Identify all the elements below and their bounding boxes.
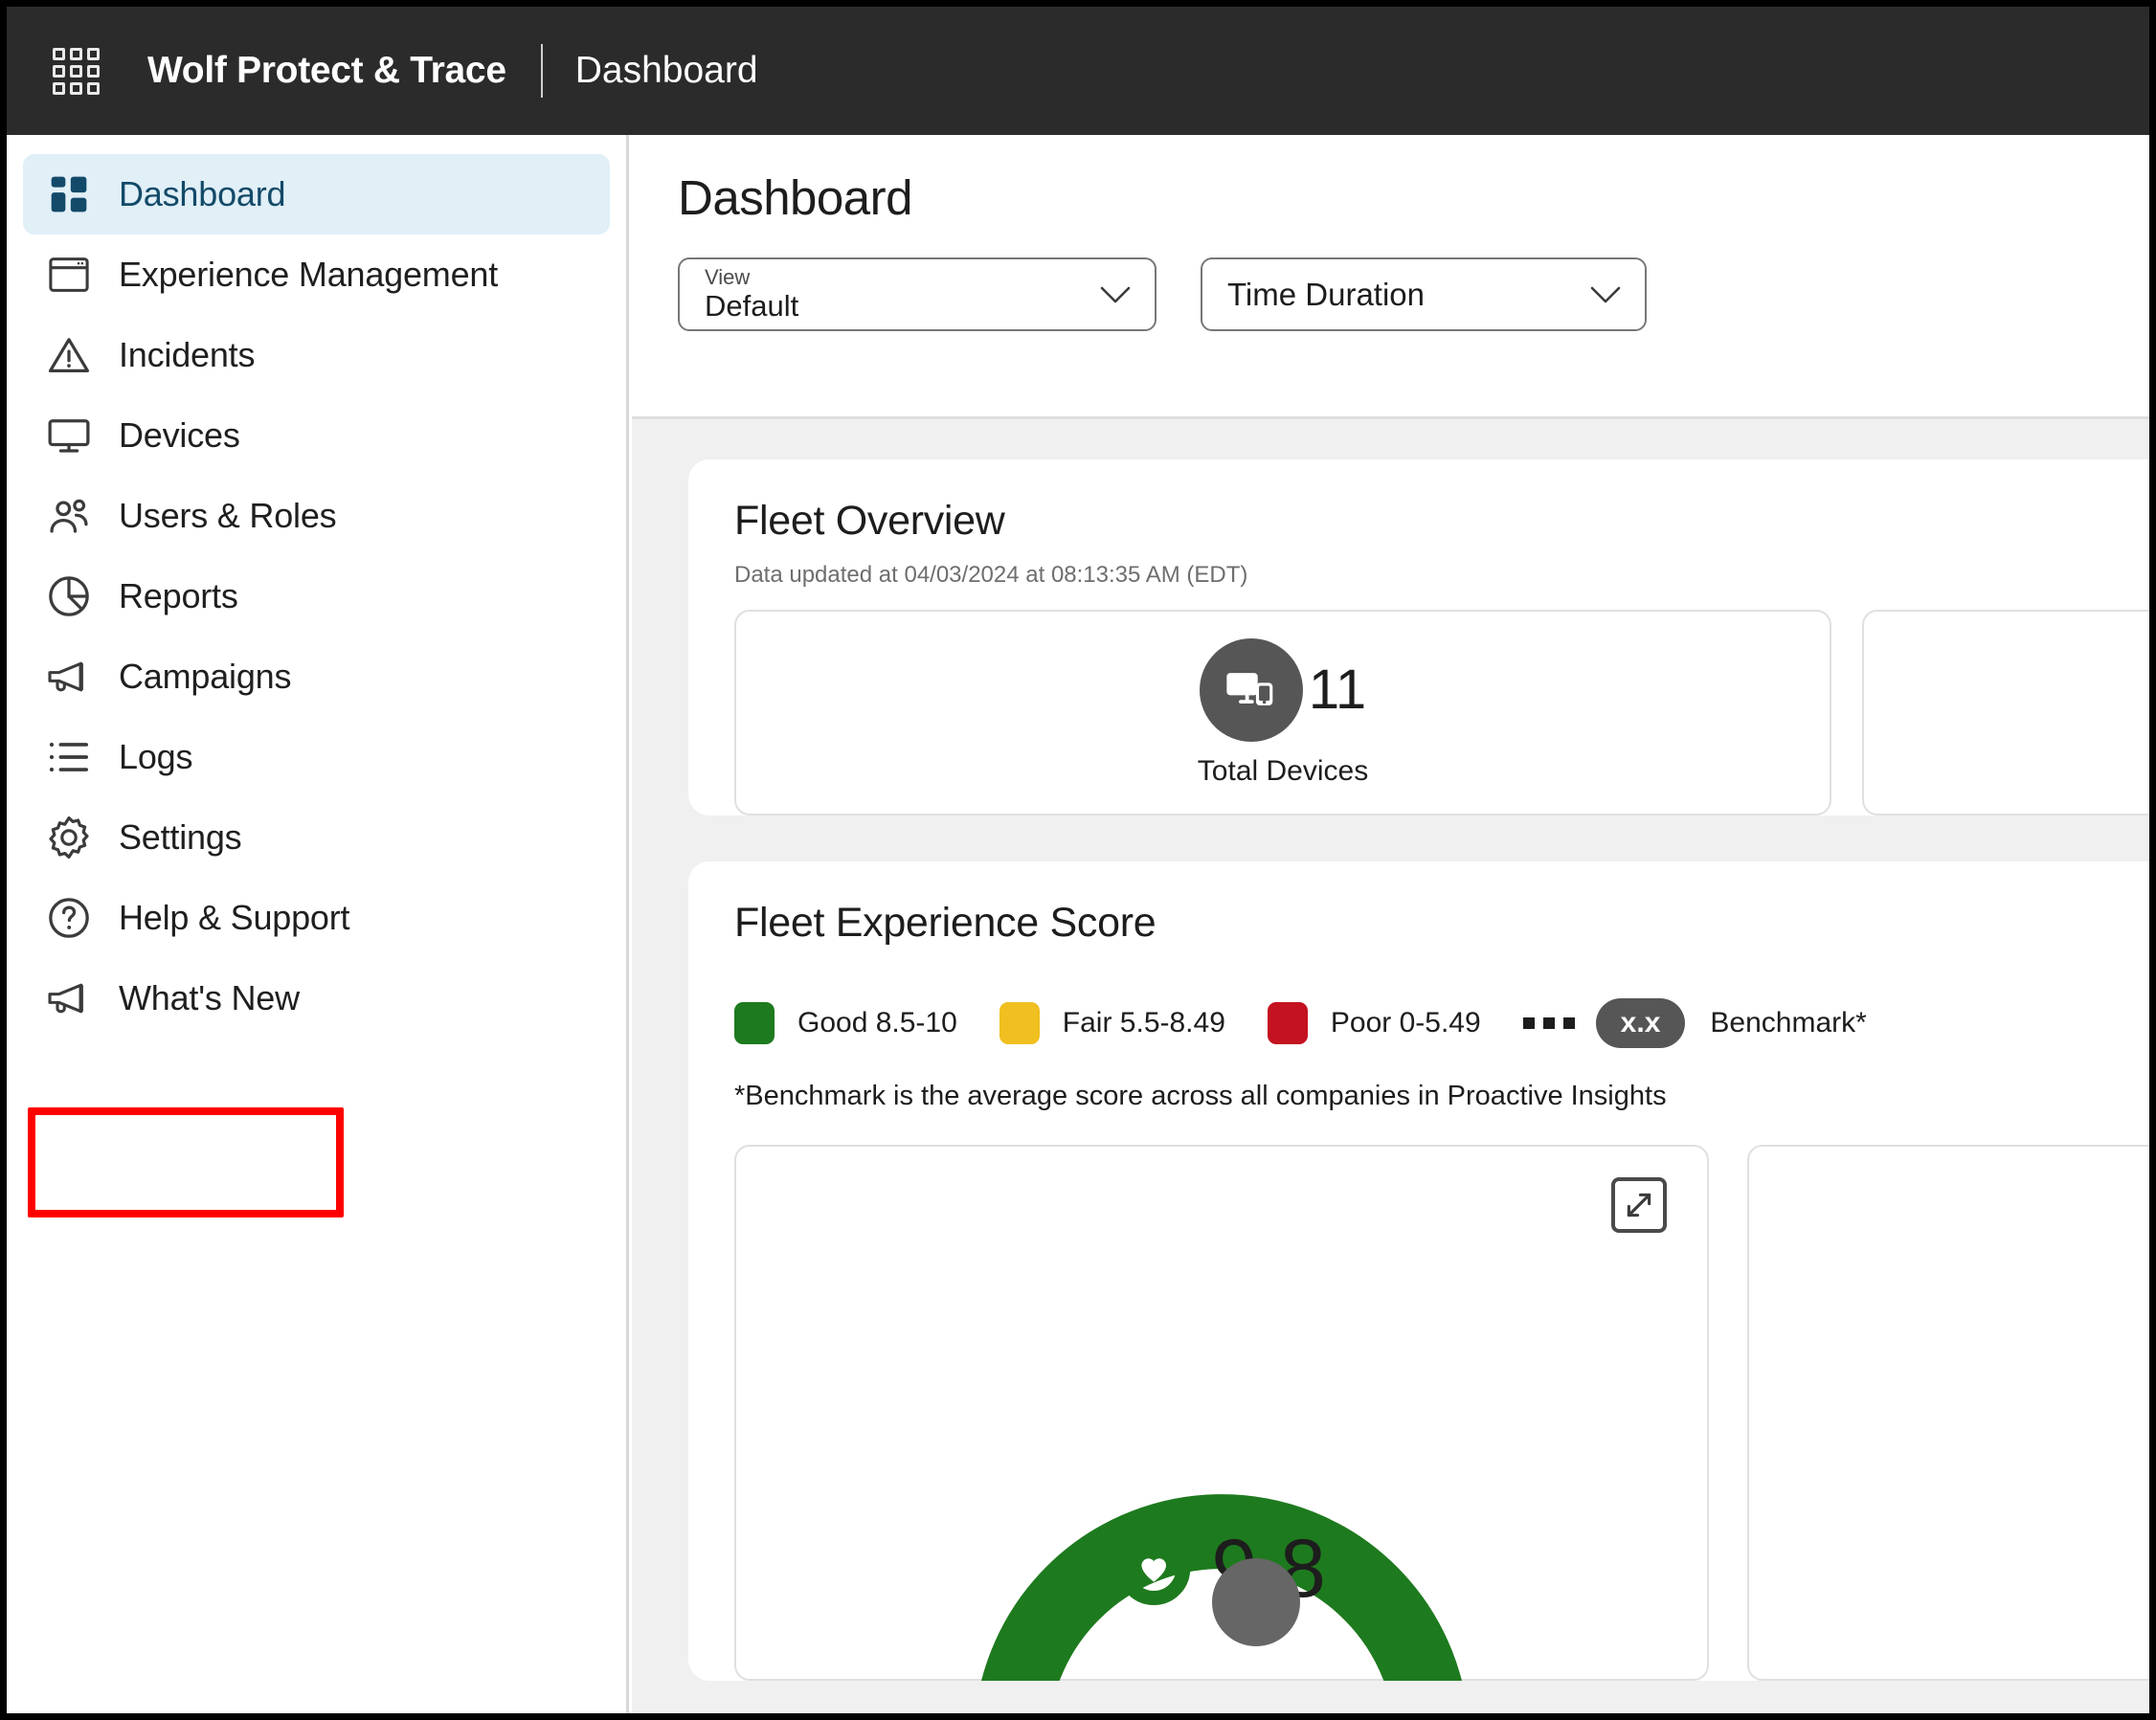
time-duration-select[interactable]: Time Duration (1201, 257, 1647, 331)
heart-icon (1117, 1532, 1191, 1605)
page-title: Dashboard (678, 170, 913, 225)
grid-cell (53, 64, 65, 78)
total-devices-count: 11 (1308, 658, 1367, 721)
fleet-experience-score-card: Fleet Experience Score Good 8.5-10 Fair … (688, 861, 2149, 1681)
grid-cell (70, 64, 82, 78)
total-devices-caption: Total Devices (1197, 754, 1369, 787)
fleet-overview-tiles: 11 Total Devices (734, 610, 2149, 815)
megaphone-icon (44, 652, 94, 702)
main-header: Dashboard View Default Time Duration (632, 135, 2149, 419)
sidebar-item-whats-new[interactable]: What's New (23, 958, 610, 1039)
pie-chart-icon (44, 571, 94, 621)
fleet-overview-title: Fleet Overview (734, 498, 1005, 544)
sidebar-item-label: Experience Management (119, 255, 499, 294)
app-launcher-grid-icon[interactable] (53, 47, 100, 95)
chevron-down-icon[interactable] (1589, 285, 1622, 304)
time-duration-placeholder: Time Duration (1227, 276, 1426, 312)
fleet-overview-updated: Data updated at 04/03/2024 at 08:13:35 A… (734, 562, 1248, 588)
experience-score-gauge (934, 1359, 1509, 1681)
expand-icon[interactable] (1611, 1177, 1668, 1233)
brand-title: Wolf Protect & Trace (147, 50, 506, 91)
view-select[interactable]: View Default (678, 257, 1157, 331)
sidebar-item-incidents[interactable]: Incidents (23, 315, 610, 395)
sidebar-item-label: What's New (119, 978, 300, 1017)
warning-icon (44, 330, 94, 380)
sidebar-item-label: Reports (119, 576, 238, 615)
view-select-label: View (705, 265, 751, 290)
megaphone-icon (44, 973, 94, 1023)
topbar-page-name: Dashboard (574, 50, 758, 91)
legend-item-fair: Fair 5.5-8.49 (999, 1002, 1225, 1044)
good-swatch-icon (734, 1002, 775, 1044)
benchmark-pill: x.x (1595, 998, 1686, 1048)
sidebar-item-settings[interactable]: Settings (23, 797, 610, 878)
grid-cell (87, 47, 100, 60)
topbar-divider (540, 44, 543, 98)
grid-cell (70, 47, 82, 60)
score-legend: Good 8.5-10 Fair 5.5-8.49 Poor 0-5.49 x.… (734, 998, 2149, 1048)
grid-cell (53, 47, 65, 60)
main-content: Dashboard View Default Time Duration Fle… (632, 135, 2149, 1713)
total-devices-stat: 11 Total Devices (1197, 637, 1369, 788)
total-devices-tile[interactable]: 11 Total Devices (734, 610, 1831, 815)
gauge-row: 9.8 (734, 1145, 2149, 1681)
fleet-overview-card: Fleet Overview Data updated at 04/03/202… (688, 459, 2149, 815)
window-icon (44, 250, 94, 300)
total-devices-value-row: 11 (1199, 637, 1367, 742)
sidebar-item-help-support[interactable]: Help & Support (23, 878, 610, 958)
legend-item-good: Good 8.5-10 (734, 1002, 957, 1044)
sidebar-item-label: Dashboard (119, 174, 286, 213)
legend-label: Fair 5.5-8.49 (1062, 1007, 1225, 1039)
sidebar-item-dashboard[interactable]: Dashboard (23, 154, 610, 235)
grid-cell (87, 64, 100, 78)
gear-icon (44, 813, 94, 862)
sidebar-item-label: Users & Roles (119, 496, 337, 535)
poor-swatch-icon (1267, 1002, 1308, 1044)
sidebar: Dashboard Experience Management Incident… (7, 135, 629, 1713)
grid-cell (87, 81, 100, 95)
grid-cell (70, 81, 82, 95)
benchmark-badge (1212, 1558, 1300, 1646)
sidebar-item-label: Help & Support (119, 898, 350, 937)
list-icon (44, 732, 94, 782)
fleet-experience-title: Fleet Experience Score (734, 900, 1157, 946)
sidebar-item-devices[interactable]: Devices (23, 395, 610, 476)
top-bar: Wolf Protect & Trace Dashboard (7, 7, 2149, 135)
sidebar-item-label: Logs (119, 737, 193, 776)
legend-label: Poor 0-5.49 (1330, 1007, 1481, 1039)
fleet-score-gauge-card[interactable]: 9.8 (734, 1145, 1710, 1681)
chevron-down-icon[interactable] (1099, 285, 1132, 304)
grid-cell (53, 81, 65, 95)
sidebar-item-reports[interactable]: Reports (23, 556, 610, 637)
view-select-value: Default (705, 289, 799, 324)
sidebar-item-logs[interactable]: Logs (23, 717, 610, 797)
legend-label: Good 8.5-10 (797, 1007, 957, 1039)
sidebar-item-label: Settings (119, 817, 242, 857)
sidebar-item-label: Incidents (119, 335, 256, 374)
filter-bar: View Default Time Duration (678, 257, 2149, 331)
sidebar-item-users-roles[interactable]: Users & Roles (23, 476, 610, 556)
monitor-icon (44, 411, 94, 460)
benchmark-footnote: *Benchmark is the average score across a… (734, 1081, 1667, 1111)
sidebar-item-campaigns[interactable]: Campaigns (23, 637, 610, 717)
fleet-overview-tile-secondary[interactable] (1862, 610, 2149, 815)
fair-swatch-icon (999, 1002, 1040, 1044)
benchmark-label: Benchmark* (1710, 1007, 1867, 1039)
ellipsis-icon (1522, 1017, 1575, 1029)
sidebar-item-label: Devices (119, 415, 240, 455)
question-icon (44, 893, 94, 943)
dashboard-icon (44, 169, 94, 219)
users-icon (44, 491, 94, 541)
devices-icon (1199, 637, 1303, 742)
legend-item-poor: Poor 0-5.49 (1267, 1002, 1481, 1044)
sidebar-item-experience-management[interactable]: Experience Management (23, 235, 610, 315)
fleet-score-secondary-card[interactable] (1747, 1145, 2149, 1681)
app-window: Wolf Protect & Trace Dashboard Dashboard (0, 0, 2156, 1720)
dashboard-scroll-area[interactable]: Fleet Overview Data updated at 04/03/202… (632, 419, 2149, 1713)
sidebar-item-label: Campaigns (119, 657, 292, 696)
